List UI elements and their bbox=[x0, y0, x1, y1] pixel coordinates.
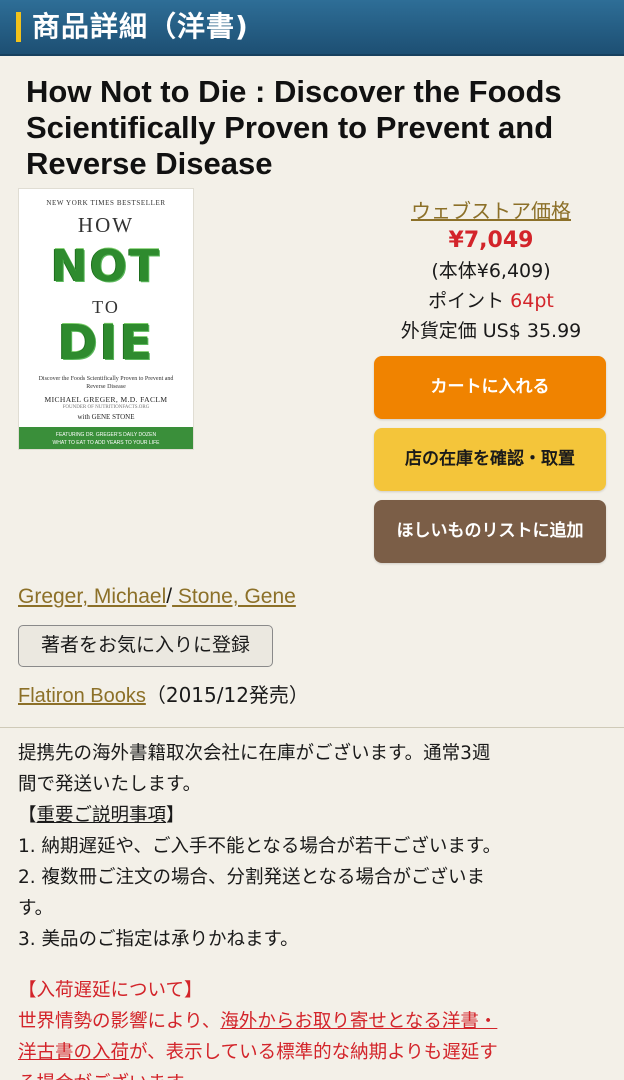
notice-gap bbox=[18, 955, 608, 975]
publisher-line: Flatiron Books（2015/12発売） bbox=[18, 682, 309, 709]
cover-word-how: HOW bbox=[77, 213, 135, 237]
cover-word-die: DIE bbox=[57, 315, 155, 371]
header-accent-bar bbox=[16, 12, 21, 42]
notice-line-2: 間で発送いたします。 bbox=[18, 774, 202, 795]
delay-line-3: る場合がございます。 bbox=[18, 1068, 608, 1080]
delay-line-1: 世界情勢の影響により、海外からお取り寄せとなる洋書・ bbox=[18, 1006, 608, 1037]
cover-band-line1: FEATURING DR. GREGER'S DAILY DOZEN bbox=[55, 432, 157, 438]
bracket-open: 【 bbox=[18, 805, 37, 826]
points-label: ポイント bbox=[428, 290, 511, 312]
cover-band-line2: WHAT TO EAT TO ADD YEARS TO YOUR LIFE bbox=[52, 440, 160, 446]
notice-item-1: 1. 納期遅延や、ご入手不能となる場合が若干ございます。 bbox=[18, 836, 502, 857]
cover-author-note: FOUNDER OF NUTRITIONFACTS.ORG bbox=[62, 405, 150, 410]
author-links: Greger, Michael/ Stone, Gene bbox=[18, 584, 296, 610]
favorite-author-button[interactable]: 著者をお気に入りに登録 bbox=[18, 625, 273, 667]
notice-item-2a: 2. 複数冊ご注文の場合、分割発送となる場合がございま bbox=[18, 867, 485, 888]
page-title: 商品詳細（洋書) bbox=[32, 10, 249, 43]
delay-line-2: 洋古書の入荷が、表示している標準的な納期よりも遅延す bbox=[18, 1037, 608, 1068]
add-to-cart-button[interactable]: カートに入れる bbox=[374, 356, 606, 419]
cover-subtitle: Discover the Foods Scientifically Proven… bbox=[38, 376, 174, 390]
book-title: How Not to Die : Discover the Foods Scie… bbox=[26, 74, 562, 181]
cover-green-band: FEATURING DR. GREGER'S DAILY DOZEN WHAT … bbox=[19, 427, 193, 449]
price-value: ¥7,049 bbox=[448, 228, 534, 253]
publish-date: （2015/12発売） bbox=[145, 683, 309, 707]
delay-heading: 【入荷遅延について】 bbox=[18, 980, 203, 1001]
price-panel: ウェブストア価格 ¥7,049 (本体¥6,409) ポイント 64pt 外貨定… bbox=[376, 196, 606, 346]
important-heading-text: 重要ご説明事項 bbox=[36, 805, 167, 826]
author-link-stone[interactable]: Stone, Gene bbox=[172, 585, 296, 608]
cover-bestseller-text: NEW YORK TIMES BESTSELLER bbox=[46, 199, 166, 207]
book-cover-image[interactable]: NEW YORK TIMES BESTSELLER HOW NOT TO DIE… bbox=[18, 188, 194, 450]
foreign-price: 外貨定価 US$ 35.99 bbox=[400, 320, 582, 342]
author-link-greger[interactable]: Greger, Michael bbox=[18, 585, 166, 608]
points-value: 64pt bbox=[510, 290, 554, 312]
bracket-close: 】 bbox=[166, 805, 185, 826]
points-line: ポイント 64pt bbox=[376, 286, 606, 316]
cover-author-with: with GENE STONE bbox=[77, 413, 135, 421]
delay-text-b: が、表示している標準的な納期よりも遅延す bbox=[129, 1042, 498, 1063]
delay-text-a: 世界情勢の影響により、 bbox=[18, 1011, 221, 1032]
check-store-stock-button[interactable]: 店の在庫を確認・取置 bbox=[374, 428, 606, 491]
cover-word-not: NOT bbox=[50, 241, 162, 292]
notice-line-1: 提携先の海外書籍取次会社に在庫がございます。通常3週 bbox=[18, 743, 491, 764]
webstore-price-link[interactable]: ウェブストア価格 bbox=[376, 196, 606, 226]
important-heading: 【重要ご説明事項】 bbox=[18, 800, 608, 831]
section-divider bbox=[0, 727, 624, 728]
base-price: (本体¥6,409) bbox=[431, 260, 551, 282]
page-header: 商品詳細（洋書) bbox=[0, 0, 624, 56]
cover-author-main: MICHAEL GREGER, M.D. FACLM bbox=[44, 395, 168, 404]
notice-item-2b: す。 bbox=[18, 898, 54, 919]
add-to-wishlist-button[interactable]: ほしいものリストに追加 bbox=[374, 500, 606, 563]
shipping-notice: 提携先の海外書籍取次会社に在庫がございます。通常3週 間で発送いたします。 【重… bbox=[18, 738, 608, 1080]
delay-link-2[interactable]: 洋古書の入荷 bbox=[18, 1042, 129, 1063]
notice-item-3: 3. 美品のご指定は承りかねます。 bbox=[18, 929, 299, 950]
delay-link-1[interactable]: 海外からお取り寄せとなる洋書・ bbox=[220, 1011, 497, 1032]
publisher-link[interactable]: Flatiron Books bbox=[18, 685, 146, 707]
